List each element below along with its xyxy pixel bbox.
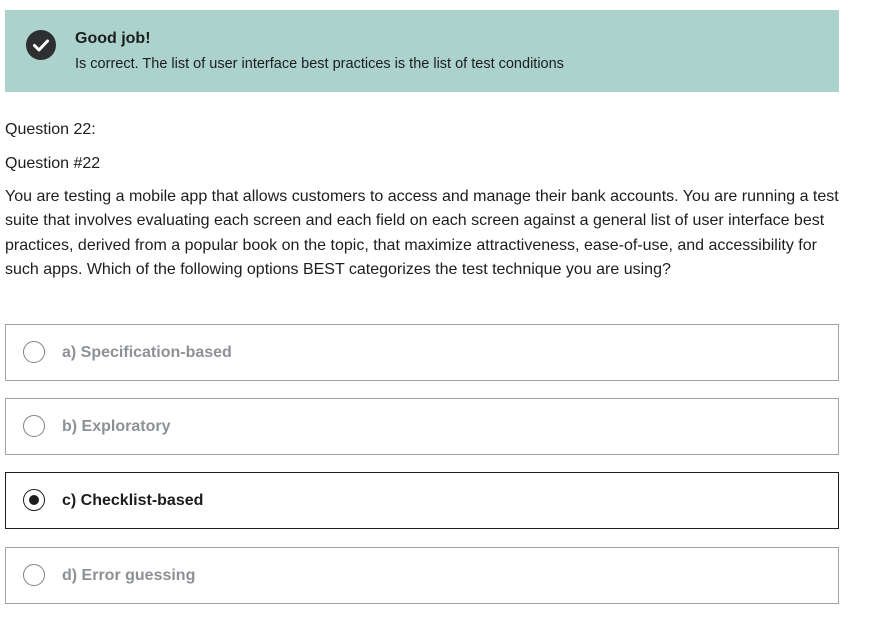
radio-selected-dot bbox=[28, 494, 39, 505]
feedback-banner: Good job! Is correct. The list of user i… bbox=[5, 10, 839, 92]
answer-option-label: c) Checklist-based bbox=[62, 492, 204, 509]
radio-button-selected[interactable] bbox=[23, 489, 45, 511]
answer-option-label: b) Exploratory bbox=[62, 418, 171, 435]
question-body: You are testing a mobile app that allows… bbox=[5, 188, 839, 279]
feedback-title: Good job! bbox=[75, 30, 151, 47]
radio-button[interactable] bbox=[23, 564, 45, 586]
answer-option-c[interactable]: c) Checklist-based bbox=[5, 472, 839, 529]
radio-button[interactable] bbox=[23, 415, 45, 437]
answer-option-a[interactable]: a) Specification-based bbox=[5, 324, 839, 381]
radio-button[interactable] bbox=[23, 341, 45, 363]
answer-option-label: a) Specification-based bbox=[62, 344, 232, 361]
feedback-message: Is correct. The list of user interface b… bbox=[75, 56, 564, 72]
answer-option-d[interactable]: d) Error guessing bbox=[5, 547, 839, 604]
check-circle-icon bbox=[26, 30, 56, 60]
answer-option-b[interactable]: b) Exploratory bbox=[5, 398, 839, 455]
question-number: Question 22: bbox=[5, 121, 96, 138]
question-title: Question #22 bbox=[5, 155, 101, 172]
answer-option-label: d) Error guessing bbox=[62, 567, 196, 584]
